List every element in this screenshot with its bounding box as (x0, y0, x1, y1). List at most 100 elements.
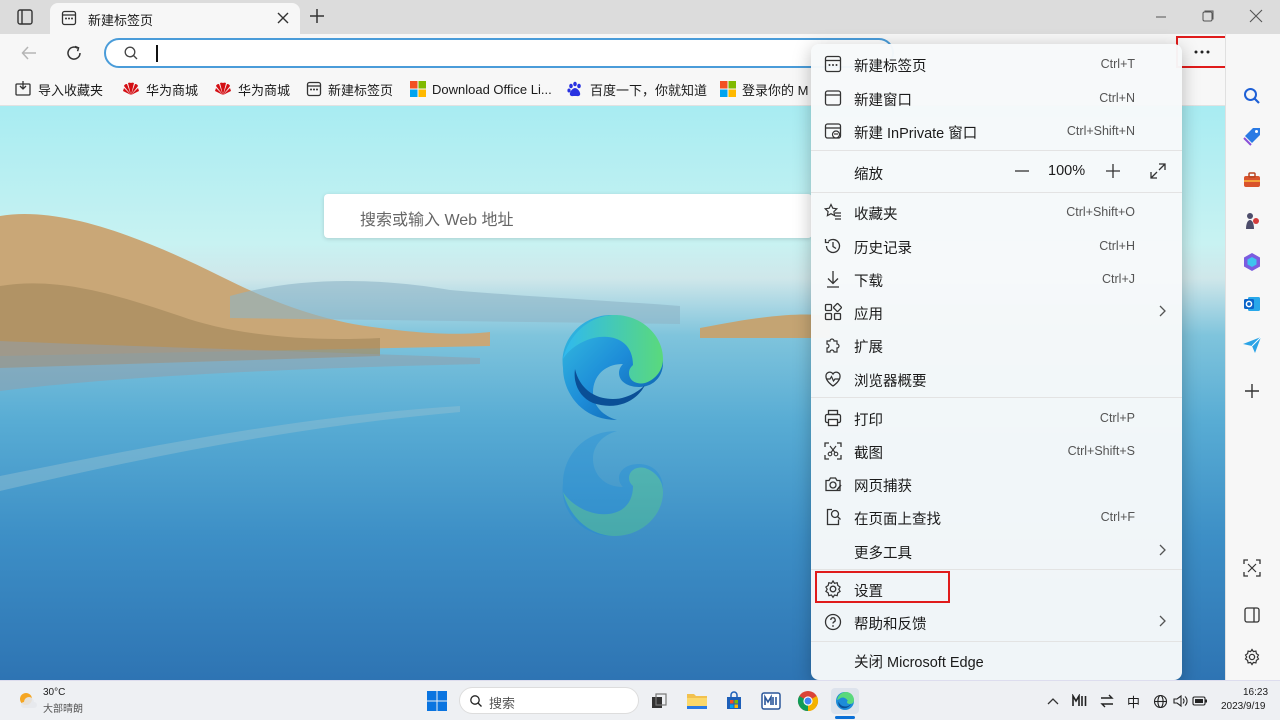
sidebar-games-icon[interactable] (1238, 207, 1266, 235)
menu-item-screenshot[interactable]: 截图 Ctrl+Shift+S (811, 434, 1182, 467)
menu-item-zoom: 缩放 100% (811, 155, 1182, 189)
clock-time[interactable]: 16:23 (1243, 687, 1268, 698)
zoom-level: 100% (1048, 163, 1086, 179)
menu-item-label: 截图 (854, 446, 883, 462)
refresh-icon[interactable] (65, 44, 83, 62)
inprivate-window-icon (823, 121, 843, 141)
new-tab-search-placeholder: 搜索或输入 Web 地址 (360, 212, 514, 229)
menu-item-label: 应用 (854, 307, 883, 323)
menu-item-apps[interactable]: 应用 (811, 295, 1182, 328)
edge-logo-reflection-icon (555, 428, 667, 540)
menu-item-downloads[interactable]: 下载 Ctrl+J (811, 262, 1182, 295)
favorite-label: 华为商城 (146, 82, 199, 98)
menu-item-browser-essentials[interactable]: 浏览器概要 (811, 362, 1182, 395)
sidebar-shopping-icon[interactable] (1238, 123, 1266, 151)
tab-actions-icon[interactable] (16, 8, 34, 26)
favorite-baidu[interactable]: 百度一下，你就知道 (566, 79, 707, 99)
show-hidden-icons-chevron-up-icon[interactable] (1041, 688, 1065, 714)
menu-item-new-tab[interactable]: 新建标签页 Ctrl+T (811, 47, 1182, 80)
tab-new-tab[interactable]: 新建标签页 (50, 3, 300, 34)
favorite-microsoft-login[interactable]: 登录你的 M (720, 79, 810, 99)
sidebar-screenshot-icon[interactable] (1238, 554, 1266, 582)
menu-divider (811, 150, 1182, 151)
sidebar-drop-icon[interactable] (1238, 331, 1266, 359)
extensions-puzzle-icon (823, 335, 843, 355)
windows-start-icon[interactable] (424, 688, 450, 714)
active-app-indicator (835, 716, 855, 719)
sidebar-add-icon[interactable] (1238, 377, 1266, 405)
tray-app-icon[interactable] (1068, 688, 1092, 714)
printer-icon (823, 408, 843, 428)
edge-taskbar-icon[interactable] (831, 688, 859, 714)
menu-item-label: 在页面上查找 (854, 512, 941, 528)
menu-item-find-on-page[interactable]: 在页面上查找 Ctrl+F (811, 500, 1182, 533)
new-tab-icon (823, 54, 843, 74)
window-close-icon[interactable] (1249, 9, 1263, 23)
menu-item-new-inprivate[interactable]: 新建 InPrivate 窗口 Ctrl+Shift+N (811, 114, 1182, 147)
menu-item-label: 浏览器概要 (854, 374, 927, 390)
menu-item-label: 扩展 (854, 340, 883, 356)
weather-temperature: 30°C (43, 687, 66, 698)
new-tab-search-box[interactable]: 搜索或输入 Web 地址 (324, 194, 812, 238)
help-question-icon (823, 612, 843, 632)
apps-grid-icon (823, 302, 843, 322)
minimize-icon[interactable] (1154, 10, 1168, 24)
zoom-out-button[interactable] (1012, 161, 1032, 181)
tab-close-icon[interactable] (276, 11, 290, 25)
menu-item-help-feedback[interactable]: 帮助和反馈 (811, 605, 1182, 638)
menu-item-new-window[interactable]: 新建窗口 Ctrl+N (811, 81, 1182, 114)
menu-item-more-tools[interactable]: 更多工具 (811, 534, 1182, 567)
baidu-paw-icon (567, 81, 581, 97)
clock-date[interactable]: 2023/9/19 (1221, 701, 1266, 712)
favorites-star-icon (823, 202, 843, 222)
menu-item-shortcut: Ctrl+Shift+N (1066, 124, 1135, 138)
sidebar-tools-icon[interactable] (1238, 166, 1266, 194)
favorite-download-office[interactable]: Download Office Li... (410, 79, 552, 99)
favorite-huawei-2[interactable]: 华为商城 (214, 79, 290, 99)
tray-sync-icon[interactable] (1095, 688, 1119, 714)
settings-and-more-button[interactable] (1176, 36, 1228, 68)
task-view-icon[interactable] (646, 688, 672, 714)
taskbar-search-box[interactable]: 搜索 (459, 687, 639, 714)
menu-item-shortcut: Ctrl+Shift+O (1066, 205, 1135, 219)
menu-item-label: 新建 InPrivate 窗口 (854, 126, 978, 142)
sidebar-outlook-icon[interactable] (1238, 290, 1266, 318)
menu-item-favorites[interactable]: 收藏夹 Ctrl+Shift+O (811, 195, 1182, 228)
favorite-new-tab[interactable]: 新建标签页 (306, 79, 393, 99)
menu-divider (811, 641, 1182, 642)
battery-icon[interactable] (1188, 688, 1212, 714)
menu-item-print[interactable]: 打印 Ctrl+P (811, 401, 1182, 434)
microsoft-store-icon[interactable] (721, 688, 747, 714)
menu-divider (811, 397, 1182, 398)
sidebar-microsoft365-icon[interactable] (1238, 248, 1266, 276)
chrome-icon[interactable] (795, 688, 821, 714)
screenshot-scissors-icon (823, 441, 843, 461)
menu-item-label: 缩放 (854, 167, 883, 183)
new-tab-icon (306, 81, 322, 97)
file-explorer-icon[interactable] (684, 688, 710, 714)
favorite-huawei-1[interactable]: 华为商城 (122, 79, 198, 99)
chevron-right-icon (1156, 543, 1168, 557)
fullscreen-icon[interactable] (1148, 161, 1168, 181)
input-method-indicator[interactable]: 中 (1127, 692, 1140, 711)
sidebar-split-view-icon[interactable] (1238, 601, 1266, 629)
import-favorites-icon (15, 81, 31, 96)
weather-description: 大部晴朗 (43, 704, 83, 715)
app-m-icon[interactable] (758, 688, 784, 714)
menu-item-close-edge[interactable]: 关闭 Microsoft Edge (811, 643, 1182, 676)
favorite-import[interactable]: 导入收藏夹 (14, 79, 103, 99)
menu-item-history[interactable]: 历史记录 Ctrl+H (811, 229, 1182, 262)
menu-item-extensions[interactable]: 扩展 (811, 328, 1182, 361)
web-capture-icon (823, 474, 843, 494)
menu-divider (811, 569, 1182, 570)
menu-item-web-capture[interactable]: 网页捕获 (811, 467, 1182, 500)
back-icon[interactable] (20, 44, 38, 62)
sidebar-settings-icon[interactable] (1238, 643, 1266, 671)
new-tab-plus-icon[interactable] (308, 7, 326, 25)
sidebar-search-icon[interactable] (1238, 82, 1266, 110)
menu-item-label: 打印 (854, 413, 883, 429)
zoom-in-button[interactable] (1103, 161, 1123, 181)
weather-sun-icon[interactable] (16, 688, 38, 710)
address-bar[interactable] (104, 38, 894, 68)
restore-icon[interactable] (1201, 9, 1215, 23)
